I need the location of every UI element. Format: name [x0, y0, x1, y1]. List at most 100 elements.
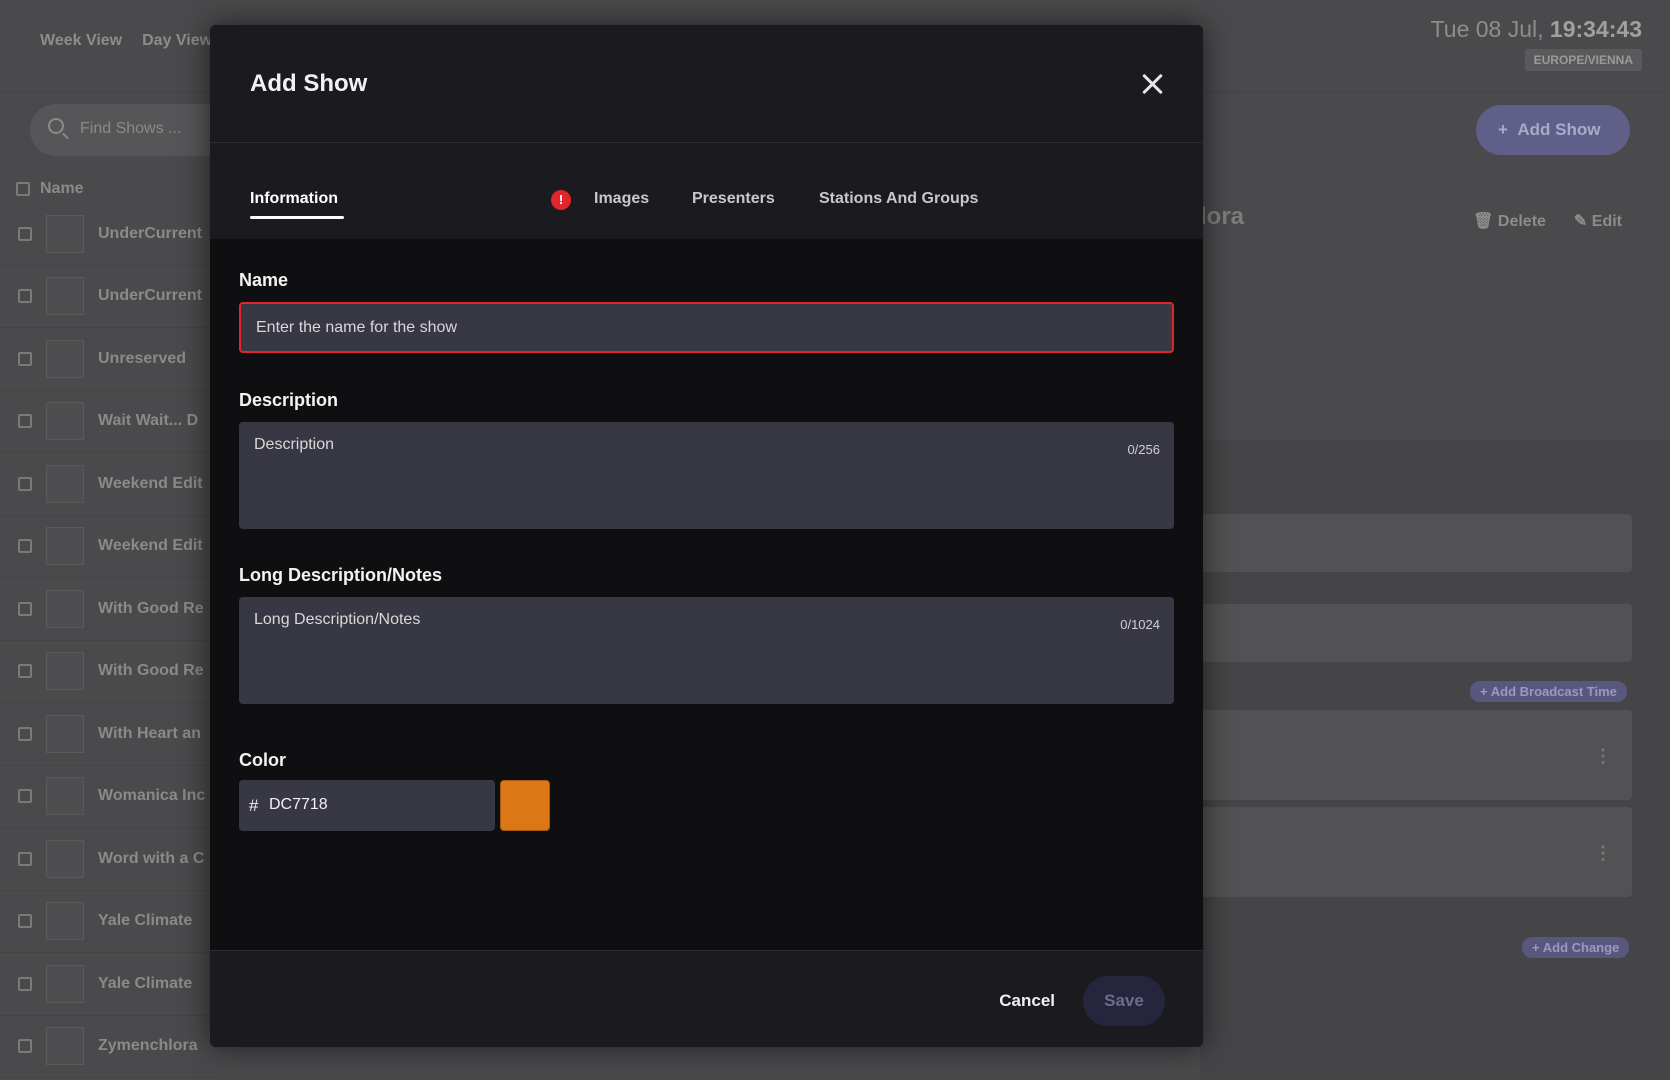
- list-header: Name: [16, 180, 84, 198]
- list-item[interactable]: With Good Re: [0, 578, 215, 641]
- modal-tabs: Information ! Images Presenters Stations…: [210, 143, 1203, 239]
- add-change-label: Add Change: [1542, 940, 1620, 955]
- clock-time: 19:34:43: [1549, 16, 1642, 42]
- more-vertical-icon[interactable]: ⋮: [1594, 843, 1612, 864]
- show-thumbnail: [46, 839, 84, 878]
- list-item[interactable]: UnderCurrent: [0, 266, 215, 328]
- row-checkbox[interactable]: [18, 414, 32, 429]
- description-textarea[interactable]: Description 0/256: [239, 422, 1174, 529]
- show-thumbnail: [46, 464, 84, 503]
- cancel-button[interactable]: Cancel: [999, 991, 1055, 1011]
- list-item[interactable]: Womanica Inc: [0, 766, 215, 828]
- row-checkbox[interactable]: [18, 664, 32, 679]
- delete-label: Delete: [1497, 213, 1546, 230]
- show-thumbnail: [46, 964, 84, 1003]
- color-swatch[interactable]: [500, 780, 550, 831]
- list-item[interactable]: With Heart an: [0, 703, 215, 766]
- row-checkbox[interactable]: [18, 289, 32, 304]
- color-hex-input[interactable]: # DC7718: [239, 780, 495, 831]
- save-button[interactable]: Save: [1083, 976, 1165, 1026]
- view-nav: Week View Day View: [40, 32, 212, 50]
- color-label: Color: [239, 750, 286, 770]
- row-checkbox[interactable]: [18, 851, 32, 866]
- tab-stations-and-groups[interactable]: Stations And Groups: [819, 190, 978, 208]
- list-item[interactable]: UnderCurrent: [0, 203, 215, 266]
- modal-body: Name Enter the name for the show Descrip…: [210, 239, 1203, 975]
- long-description-placeholder: Long Description/Notes: [254, 611, 421, 628]
- name-placeholder: Enter the name for the show: [256, 319, 457, 336]
- tab-presenters[interactable]: Presenters: [692, 190, 775, 208]
- list-item[interactable]: With Good Re: [0, 641, 215, 703]
- add-change-button[interactable]: + Add Change: [1522, 937, 1630, 958]
- broadcast-time-item: [1200, 807, 1632, 897]
- row-checkbox[interactable]: [18, 976, 32, 991]
- tab-images[interactable]: Images: [594, 190, 649, 208]
- show-name: Womanica Inc: [98, 787, 206, 805]
- row-checkbox[interactable]: [18, 1039, 32, 1054]
- tab-information-label: Information: [250, 190, 338, 207]
- list-item[interactable]: Wait Wait... D: [0, 391, 215, 453]
- day-view-link[interactable]: Day View: [142, 32, 212, 50]
- row-checkbox[interactable]: [18, 539, 32, 554]
- show-thumbnail: [46, 214, 84, 253]
- list-item[interactable]: Word with a C: [0, 828, 215, 891]
- more-vertical-icon[interactable]: ⋮: [1594, 746, 1612, 767]
- description-label: Description: [239, 390, 339, 410]
- tab-information[interactable]: Information: [250, 190, 344, 219]
- list-item[interactable]: Zymenchlora: [0, 1016, 215, 1078]
- show-thumbnail: [46, 1027, 84, 1066]
- show-name: UnderCurrent: [98, 287, 203, 305]
- show-name: Yale Climate: [98, 912, 193, 930]
- row-checkbox[interactable]: [18, 226, 32, 241]
- select-all-checkbox[interactable]: [16, 182, 30, 196]
- close-icon[interactable]: [1139, 70, 1167, 98]
- show-name: UnderCurrent: [98, 224, 203, 242]
- name-label: Name: [239, 270, 289, 290]
- hash-prefix: #: [249, 796, 259, 815]
- row-checkbox[interactable]: [18, 789, 32, 804]
- broadcast-time-item: [1200, 710, 1632, 800]
- show-thumbnail: [46, 777, 84, 816]
- show-name: With Heart an: [98, 724, 201, 742]
- list-item[interactable]: Weekend Edit: [0, 516, 215, 578]
- show-name: Wait Wait... D: [98, 412, 199, 430]
- show-thumbnail: [46, 589, 84, 628]
- list-item[interactable]: Yale Climate: [0, 891, 215, 953]
- list-item[interactable]: Unreserved: [0, 328, 215, 391]
- row-checkbox[interactable]: [18, 476, 32, 491]
- show-thumbnail: [46, 339, 84, 378]
- show-name: Zymenchlora: [98, 1037, 198, 1055]
- row-checkbox[interactable]: [18, 601, 32, 616]
- error-icon: !: [551, 190, 571, 210]
- description-counter: 0/256: [1127, 442, 1160, 457]
- add-broadcast-time-button[interactable]: + Add Broadcast Time: [1470, 681, 1627, 702]
- show-thumbnail: [46, 902, 84, 941]
- show-thumbnail: [46, 402, 84, 441]
- long-description-textarea[interactable]: Long Description/Notes 0/1024: [239, 597, 1174, 704]
- show-name: Yale Climate: [98, 974, 193, 992]
- week-view-link[interactable]: Week View: [40, 32, 122, 50]
- show-list: UnderCurrent UnderCurrent Unreserved Wai…: [0, 203, 215, 1078]
- row-checkbox[interactable]: [18, 351, 32, 366]
- name-input[interactable]: Enter the name for the show: [239, 302, 1174, 353]
- edit-label: Edit: [1591, 213, 1622, 230]
- row-checkbox[interactable]: [18, 726, 32, 741]
- show-name: With Good Re: [98, 599, 204, 617]
- modal-footer: Cancel Save: [210, 950, 1203, 1047]
- active-tab-indicator: [250, 216, 344, 219]
- modal-header: Add Show: [210, 25, 1203, 143]
- list-header-name: Name: [40, 180, 84, 197]
- add-show-modal: Add Show Information ! Images Presenters…: [210, 25, 1203, 1047]
- row-checkbox[interactable]: [18, 914, 32, 929]
- search-icon: [48, 118, 64, 134]
- timezone-badge: EUROPE/VIENNA: [1524, 49, 1642, 71]
- list-item[interactable]: Weekend Edit: [0, 453, 215, 516]
- detail-title: lora: [1200, 203, 1245, 230]
- long-description-label: Long Description/Notes: [239, 565, 443, 585]
- edit-button[interactable]: ✎ Edit: [1574, 211, 1622, 231]
- delete-button[interactable]: 🗑 Delete: [1473, 211, 1546, 231]
- add-show-button[interactable]: + Add Show: [1476, 105, 1630, 155]
- detail-actions: 🗑 Delete ✎ Edit: [1473, 211, 1622, 231]
- show-name: Unreserved: [98, 349, 187, 367]
- list-item[interactable]: Yale Climate: [0, 953, 215, 1016]
